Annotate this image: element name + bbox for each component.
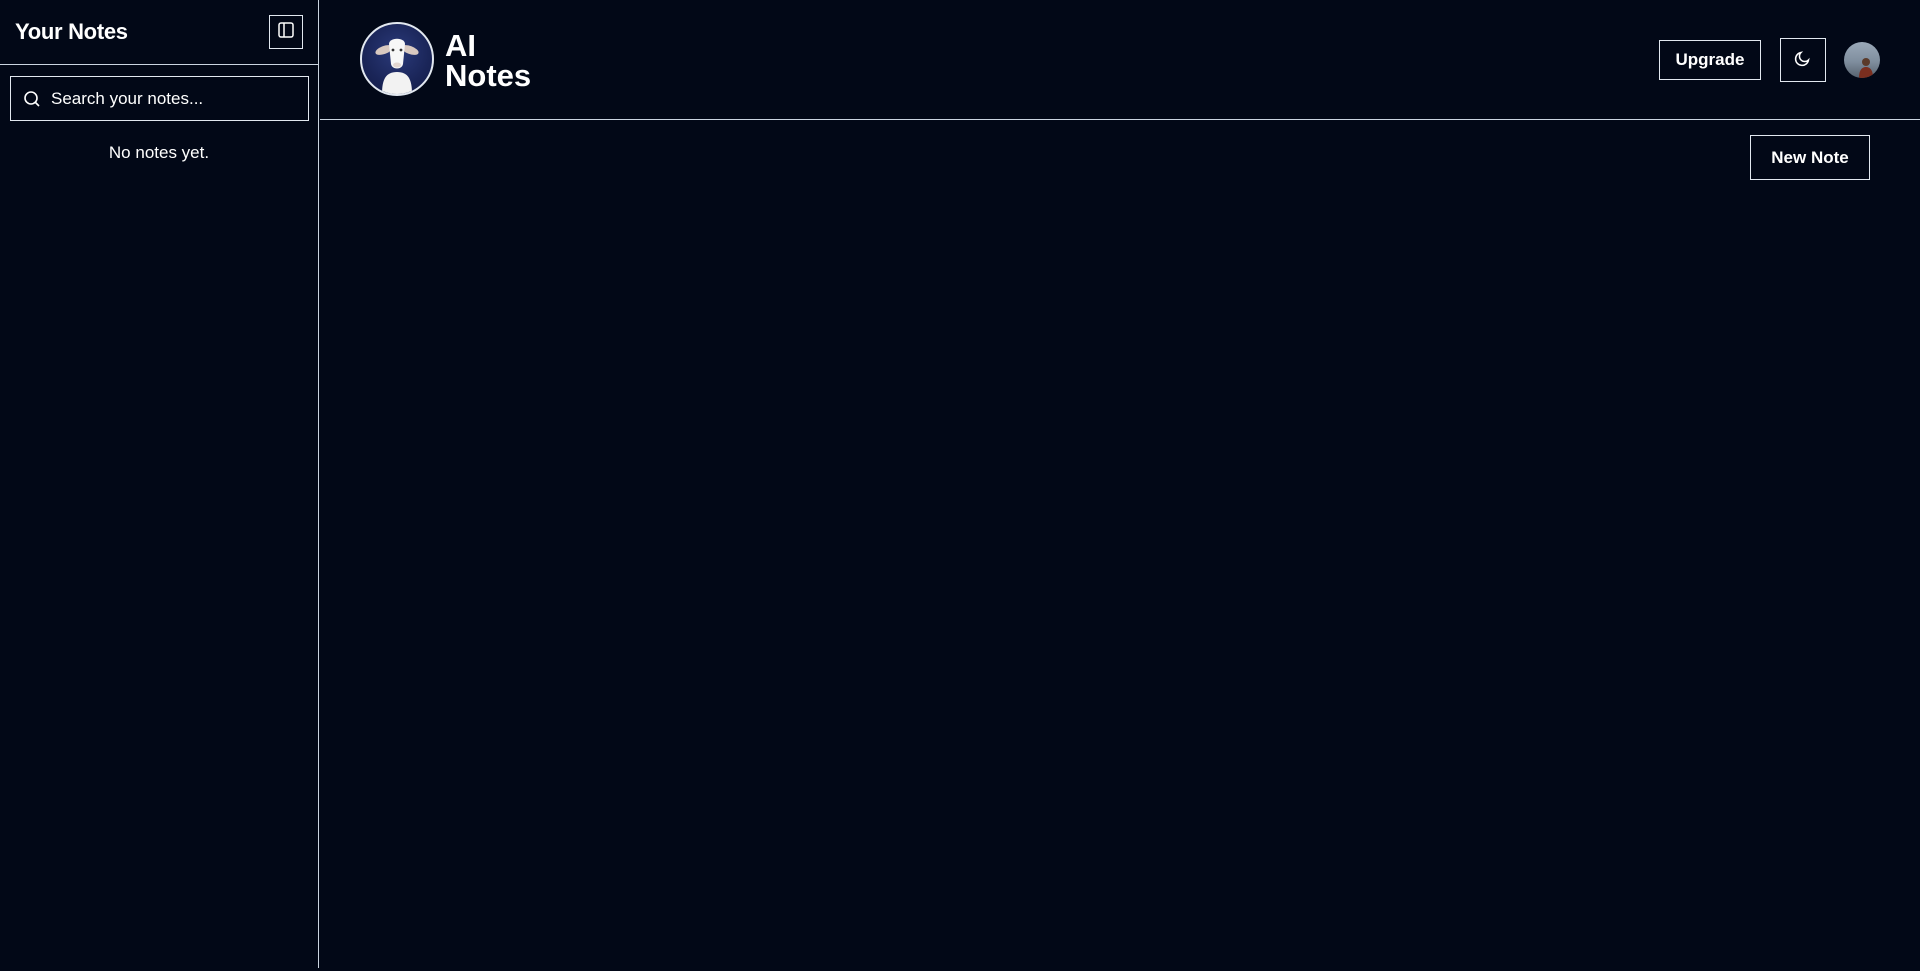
brand-line-1: AI bbox=[445, 28, 476, 63]
upgrade-button[interactable]: Upgrade bbox=[1659, 40, 1761, 80]
sidebar-toggle-button[interactable] bbox=[269, 15, 303, 49]
search-box bbox=[10, 76, 309, 121]
sidebar-title: Your Notes bbox=[15, 19, 128, 44]
app-root: Your Notes No notes yet. bbox=[0, 0, 1920, 971]
sidebar: Your Notes No notes yet. bbox=[0, 0, 319, 968]
moon-icon bbox=[1794, 49, 1812, 72]
brand-name: AI Notes bbox=[445, 28, 532, 93]
user-avatar[interactable] bbox=[1844, 42, 1880, 78]
sidebar-panel-icon bbox=[277, 21, 295, 44]
top-header: AI Notes Upgrade bbox=[320, 0, 1920, 120]
search-input[interactable] bbox=[51, 88, 291, 109]
empty-notes-message: No notes yet. bbox=[108, 143, 210, 162]
sidebar-header: Your Notes bbox=[0, 0, 318, 65]
brand-line-2: Notes bbox=[445, 58, 532, 93]
new-note-button[interactable]: New Note bbox=[1750, 135, 1870, 180]
theme-toggle-button[interactable] bbox=[1780, 38, 1826, 82]
goat-logo[interactable] bbox=[360, 22, 434, 96]
search-icon bbox=[22, 89, 42, 109]
